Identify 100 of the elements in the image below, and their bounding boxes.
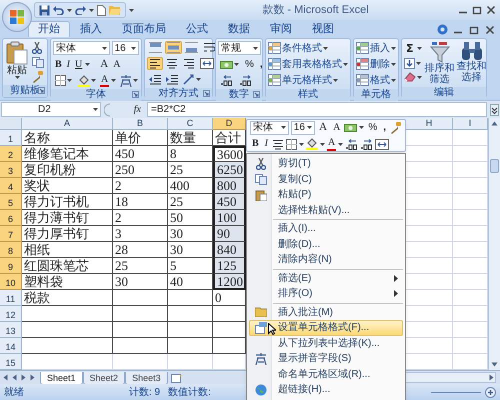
ribbon-tab[interactable]: 审阅 xyxy=(260,21,302,37)
format-cells-icon[interactable] xyxy=(255,322,267,334)
sort-filter-button[interactable]: 排序和筛选 xyxy=(424,41,455,85)
row-header[interactable]: 10 xyxy=(0,274,22,290)
copy-icon[interactable] xyxy=(32,57,44,68)
row-header[interactable]: 9 xyxy=(0,258,22,274)
caret-icon[interactable] xyxy=(89,8,94,12)
close-icon[interactable] xyxy=(485,5,497,15)
row-header[interactable]: 11 xyxy=(0,290,22,306)
table-icon[interactable] xyxy=(268,42,281,54)
scissors-icon[interactable] xyxy=(256,158,266,170)
grow-font-button[interactable]: A xyxy=(317,121,330,134)
cells-menu-button[interactable]: 插入 xyxy=(356,41,396,55)
glyph-icon[interactable] xyxy=(255,352,267,365)
paintbrush-icon[interactable] xyxy=(32,71,44,83)
formula-field[interactable]: =B2*C2 xyxy=(147,102,487,117)
clipboard-icon[interactable] xyxy=(255,188,267,201)
insert-function-button[interactable]: fx xyxy=(130,102,144,117)
menu-item[interactable]: 从下拉列表中选择(K)... xyxy=(249,336,403,351)
menu-item[interactable]: 命名单元格区域(R)... xyxy=(249,366,403,382)
align-lines-icon[interactable] xyxy=(272,138,284,150)
font-name-field[interactable]: 宋体 xyxy=(250,120,289,134)
table-icon[interactable] xyxy=(268,58,281,70)
vertical-scrollbar[interactable] xyxy=(488,118,500,370)
caret-icon[interactable] xyxy=(307,126,312,129)
row-header[interactable]: 6 xyxy=(0,210,22,226)
row-header[interactable]: 12 xyxy=(0,306,22,322)
caret-icon[interactable] xyxy=(391,62,396,66)
text-orientation-icon[interactable] xyxy=(183,74,195,85)
comma-button[interactable]: , xyxy=(381,121,388,134)
table-icon[interactable] xyxy=(356,42,369,54)
paint-bucket-icon[interactable] xyxy=(78,74,90,86)
italic-button[interactable]: I xyxy=(262,138,270,150)
zoom-in-icon[interactable] xyxy=(485,386,496,398)
row-header[interactable]: 2 xyxy=(0,146,22,162)
binoculars-icon[interactable] xyxy=(460,41,482,61)
underline-button[interactable]: U xyxy=(73,58,84,71)
dialog-launcher-icon[interactable] xyxy=(203,90,210,97)
percent-button[interactable]: % xyxy=(243,58,256,71)
increase-decimal-icon[interactable] xyxy=(220,75,233,86)
table-icon[interactable] xyxy=(268,74,281,86)
menu-item[interactable]: 显示拼音字段(S) xyxy=(249,351,403,366)
banknote-icon[interactable] xyxy=(344,122,358,132)
paintbrush-icon[interactable] xyxy=(390,122,402,134)
merge-cells-icon[interactable] xyxy=(375,138,390,150)
note-icon[interactable] xyxy=(255,307,267,318)
globe-icon[interactable] xyxy=(255,384,267,396)
caret-icon[interactable] xyxy=(416,47,422,50)
row-header[interactable]: 13 xyxy=(0,322,22,338)
menu-item[interactable]: 删除(D)... xyxy=(249,236,403,252)
caret-icon[interactable] xyxy=(129,8,134,12)
increase-indent-icon[interactable] xyxy=(166,74,178,85)
paint-bucket-icon[interactable] xyxy=(306,138,318,150)
font-color-button[interactable]: A xyxy=(100,74,110,87)
next-sheet-icon[interactable] xyxy=(20,374,27,381)
redo-icon[interactable] xyxy=(75,5,86,15)
column-header[interactable]: A xyxy=(22,118,113,130)
save-icon[interactable] xyxy=(39,4,50,16)
glyph-icon[interactable] xyxy=(120,74,132,86)
office-button[interactable] xyxy=(2,2,32,32)
bold-button[interactable]: B xyxy=(250,138,261,150)
font-size-field[interactable]: 16 xyxy=(290,120,316,134)
column-header[interactable]: C xyxy=(168,118,213,130)
autosum-button[interactable]: Σ xyxy=(404,42,416,55)
style-menu-button[interactable]: 单元格样式 xyxy=(268,73,348,87)
dialog-launcher-icon[interactable] xyxy=(132,91,139,98)
menu-item[interactable]: 插入批注(M) xyxy=(249,304,403,320)
scroll-up-icon[interactable] xyxy=(491,120,498,127)
number-format-field[interactable]: 常规 xyxy=(218,41,261,55)
menu-item[interactable]: 设置单元格格式(F)... xyxy=(249,320,403,336)
caret-icon[interactable] xyxy=(14,76,20,79)
find-select-button[interactable]: 查找和选择 xyxy=(456,41,487,85)
menu-item[interactable]: 清除内容(N) xyxy=(249,252,403,268)
font-color-button[interactable]: A xyxy=(327,138,336,150)
table-icon[interactable] xyxy=(356,58,369,70)
wrap-text-icon[interactable] xyxy=(203,42,216,53)
caret-icon[interactable] xyxy=(67,79,72,82)
restore-icon[interactable] xyxy=(468,24,480,34)
sheet-tab[interactable]: Sheet2 xyxy=(82,372,126,384)
caret-icon[interactable] xyxy=(91,79,96,82)
help-icon[interactable] xyxy=(437,24,448,35)
new-document-icon[interactable] xyxy=(97,4,106,16)
submenu-arrow-icon[interactable] xyxy=(394,290,398,298)
menu-item[interactable]: 剪切(T) xyxy=(249,156,403,172)
caret-icon[interactable] xyxy=(196,78,201,81)
menu-item[interactable]: 选择性粘贴(V)... xyxy=(249,202,403,218)
shrink-font-button[interactable]: A xyxy=(111,58,122,71)
scroll-thumb[interactable] xyxy=(490,159,499,173)
scroll-right-icon[interactable] xyxy=(488,374,495,381)
caret-icon[interactable] xyxy=(131,46,136,50)
decrease-decimal-icon[interactable] xyxy=(239,75,252,86)
menu-item[interactable]: 复制(C) xyxy=(249,172,403,187)
caret-icon[interactable] xyxy=(111,79,116,82)
menu-item[interactable]: 超链接(H)... xyxy=(249,382,403,398)
caret-icon[interactable] xyxy=(133,79,138,82)
previous-sheet-icon[interactable] xyxy=(11,374,18,381)
caret-icon[interactable] xyxy=(93,108,98,111)
close-icon[interactable] xyxy=(484,24,496,34)
clipboard-icon[interactable] xyxy=(6,41,28,65)
column-header[interactable]: I xyxy=(453,118,488,130)
